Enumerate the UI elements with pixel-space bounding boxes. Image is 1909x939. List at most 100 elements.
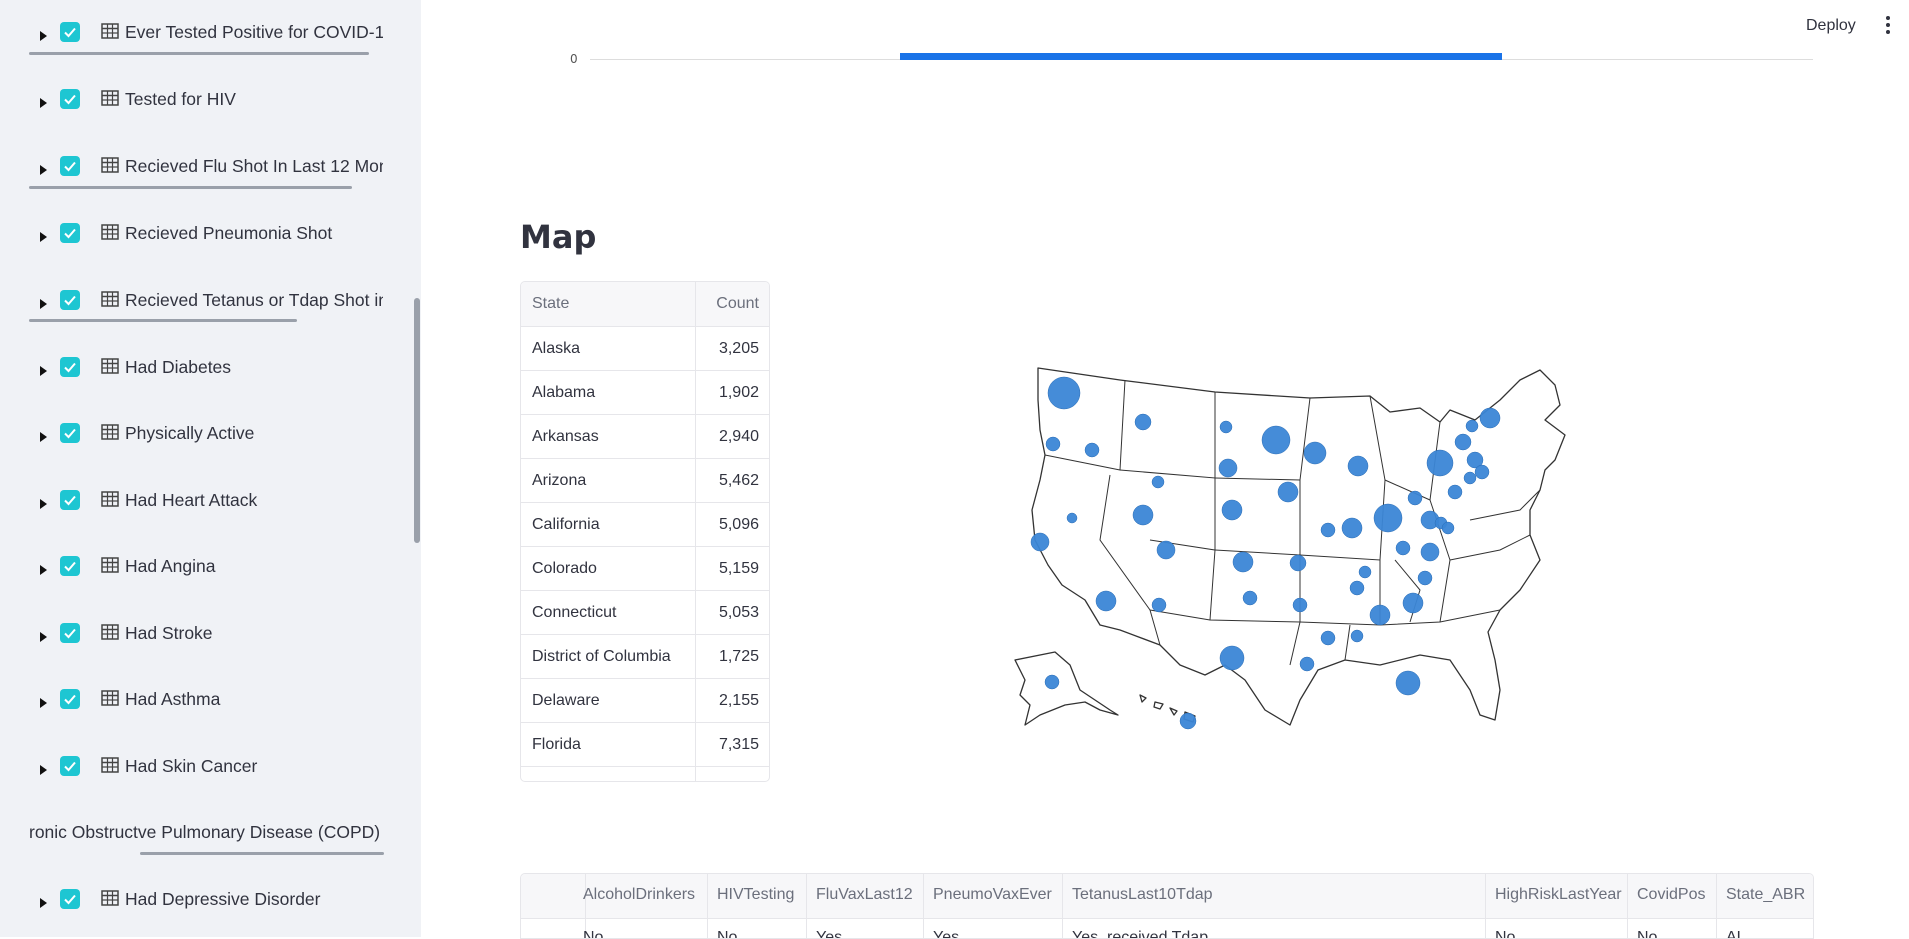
sidebar-item-label: Had Asthma bbox=[125, 689, 221, 709]
column-header[interactable]: Count bbox=[716, 295, 759, 313]
checkbox-checked[interactable] bbox=[60, 22, 80, 42]
table-row[interactable]: Alaska 3,205 bbox=[521, 327, 769, 371]
expand-caret-icon[interactable] bbox=[40, 366, 47, 376]
table-header-row: State Count bbox=[521, 282, 769, 327]
table-cell: AL bbox=[1726, 929, 1746, 939]
state-count-table[interactable]: State Count Alaska 3,205 Alabama 1,902 Ark… bbox=[520, 281, 770, 782]
sidebar-item-label: Recieved Tetanus or Tdap Shot in Last 10… bbox=[125, 290, 383, 310]
sidebar-item-angina[interactable]: Had Angina bbox=[0, 549, 400, 589]
sidebar-item-flu[interactable]: Recieved Flu Shot In Last 12 Months bbox=[0, 149, 400, 189]
sidebar-item-label: Tested for HIV bbox=[125, 89, 236, 109]
table-icon bbox=[101, 624, 119, 640]
column-header[interactable]: CovidPos bbox=[1637, 886, 1705, 904]
checkbox-checked[interactable] bbox=[60, 490, 80, 510]
expand-caret-icon[interactable] bbox=[40, 432, 47, 442]
column-header[interactable]: FluVaxLast12 bbox=[816, 886, 913, 904]
table-cell: 5,462 bbox=[718, 472, 759, 489]
table-cell: Alabama bbox=[532, 384, 596, 401]
sidebar-item-hiv[interactable]: Tested for HIV bbox=[0, 82, 400, 122]
table-cell: Florida bbox=[532, 736, 581, 753]
column-header[interactable]: TetanusLast10Tdap bbox=[1072, 886, 1213, 904]
table-row[interactable]: Arkansas 2,940 bbox=[521, 415, 769, 459]
checkbox-checked[interactable] bbox=[60, 423, 80, 443]
table-cell: District of Columbia bbox=[532, 648, 671, 665]
table-row[interactable]: Arizona 5,462 bbox=[521, 459, 769, 503]
sidebar-item-covid[interactable]: Ever Tested Positive for COVID-19 bbox=[0, 15, 400, 55]
expand-caret-icon[interactable] bbox=[40, 765, 47, 775]
sidebar-item-copd-label[interactable]: ronic Obstructve Pulmonary Disease (COPD… bbox=[29, 822, 380, 843]
table-row[interactable]: Delaware 2,155 bbox=[521, 679, 769, 723]
expand-caret-icon[interactable] bbox=[40, 232, 47, 242]
checkbox-checked[interactable] bbox=[60, 223, 80, 243]
table-cell: Delaware bbox=[532, 692, 600, 709]
chart-tick-zero: 0 bbox=[570, 52, 578, 66]
expand-caret-icon[interactable] bbox=[40, 632, 47, 642]
horizontal-scrollbar[interactable] bbox=[140, 852, 384, 855]
sidebar-item-label: Had Heart Attack bbox=[125, 490, 258, 510]
table-row[interactable]: Colorado 5,159 bbox=[521, 547, 769, 591]
column-header[interactable]: HighRiskLastYear bbox=[1495, 886, 1622, 904]
table-row[interactable]: Alabama 1,902 bbox=[521, 371, 769, 415]
expand-caret-icon[interactable] bbox=[40, 98, 47, 108]
column-header[interactable]: HIVTesting bbox=[717, 886, 794, 904]
expand-caret-icon[interactable] bbox=[40, 898, 47, 908]
horizontal-scrollbar[interactable] bbox=[29, 52, 369, 55]
sidebar-item-label: Had Skin Cancer bbox=[125, 756, 258, 776]
us-bubble-map[interactable] bbox=[1000, 360, 1610, 745]
expand-caret-icon[interactable] bbox=[40, 565, 47, 575]
table-row-partial[interactable] bbox=[521, 767, 769, 781]
sidebar-item-diabetes[interactable]: Had Diabetes bbox=[0, 350, 400, 390]
sidebar-item-physically-active[interactable]: Physically Active bbox=[0, 416, 400, 456]
table-icon bbox=[101, 690, 119, 706]
checkbox-checked[interactable] bbox=[60, 623, 80, 643]
checkbox-checked[interactable] bbox=[60, 756, 80, 776]
sidebar-item-pneumonia[interactable]: Recieved Pneumonia Shot bbox=[0, 216, 400, 256]
column-header[interactable]: State_ABR bbox=[1726, 886, 1805, 904]
table-icon bbox=[101, 358, 119, 374]
sidebar-item-label: Recieved Pneumonia Shot bbox=[125, 223, 333, 243]
sidebar-item-stroke[interactable]: Had Stroke bbox=[0, 616, 400, 656]
deploy-button[interactable]: Deploy bbox=[1806, 17, 1856, 35]
sidebar-item-tetanus[interactable]: Recieved Tetanus or Tdap Shot in Last 10… bbox=[0, 283, 400, 323]
more-options-icon[interactable] bbox=[1886, 16, 1892, 37]
expand-caret-icon[interactable] bbox=[40, 499, 47, 509]
checkbox-checked[interactable] bbox=[60, 89, 80, 109]
expand-caret-icon[interactable] bbox=[40, 31, 47, 41]
table-cell: California bbox=[532, 516, 600, 533]
horizontal-scrollbar[interactable] bbox=[29, 186, 352, 189]
expand-caret-icon[interactable] bbox=[40, 165, 47, 175]
data-table[interactable]: AlcoholDrinkers HIVTesting FluVaxLast12 … bbox=[520, 873, 1814, 939]
expand-caret-icon[interactable] bbox=[40, 698, 47, 708]
table-cell: 3,205 bbox=[718, 340, 759, 357]
sidebar-item-depressive[interactable]: Had Depressive Disorder bbox=[0, 882, 400, 922]
table-row[interactable]: District of Columbia 1,725 bbox=[521, 635, 769, 679]
table-cell: 2,940 bbox=[718, 428, 759, 445]
chart-bar bbox=[900, 53, 1502, 60]
sidebar-item-asthma[interactable]: Had Asthma bbox=[0, 682, 400, 722]
checkbox-checked[interactable] bbox=[60, 689, 80, 709]
expand-caret-icon[interactable] bbox=[40, 299, 47, 309]
sidebar-item-label: Ever Tested Positive for COVID-19 bbox=[125, 22, 383, 42]
sidebar-item-label: Physically Active bbox=[125, 423, 255, 443]
table-icon bbox=[101, 157, 119, 173]
sidebar-item-label: Recieved Flu Shot In Last 12 Months bbox=[125, 156, 383, 176]
table-cell: Arizona bbox=[532, 472, 587, 489]
checkbox-checked[interactable] bbox=[60, 889, 80, 909]
table-icon bbox=[101, 90, 119, 106]
checkbox-checked[interactable] bbox=[60, 156, 80, 176]
table-row[interactable]: Florida 7,315 bbox=[521, 723, 769, 767]
column-header[interactable]: State bbox=[532, 295, 569, 313]
sidebar-item-heart-attack[interactable]: Had Heart Attack bbox=[0, 483, 400, 523]
checkbox-checked[interactable] bbox=[60, 357, 80, 377]
table-row[interactable]: Connecticut 5,053 bbox=[521, 591, 769, 635]
table-row[interactable]: California 5,096 bbox=[521, 503, 769, 547]
sidebar-item-skin-cancer[interactable]: Had Skin Cancer bbox=[0, 749, 400, 789]
column-header[interactable]: PneumoVaxEver bbox=[933, 886, 1052, 904]
checkbox-checked[interactable] bbox=[60, 556, 80, 576]
table-icon bbox=[101, 557, 119, 573]
sidebar-vertical-scrollbar[interactable] bbox=[414, 298, 420, 543]
checkbox-checked[interactable] bbox=[60, 290, 80, 310]
horizontal-scrollbar[interactable] bbox=[29, 319, 297, 322]
table-cell: Yes bbox=[816, 929, 843, 939]
column-header[interactable]: AlcoholDrinkers bbox=[583, 886, 695, 904]
